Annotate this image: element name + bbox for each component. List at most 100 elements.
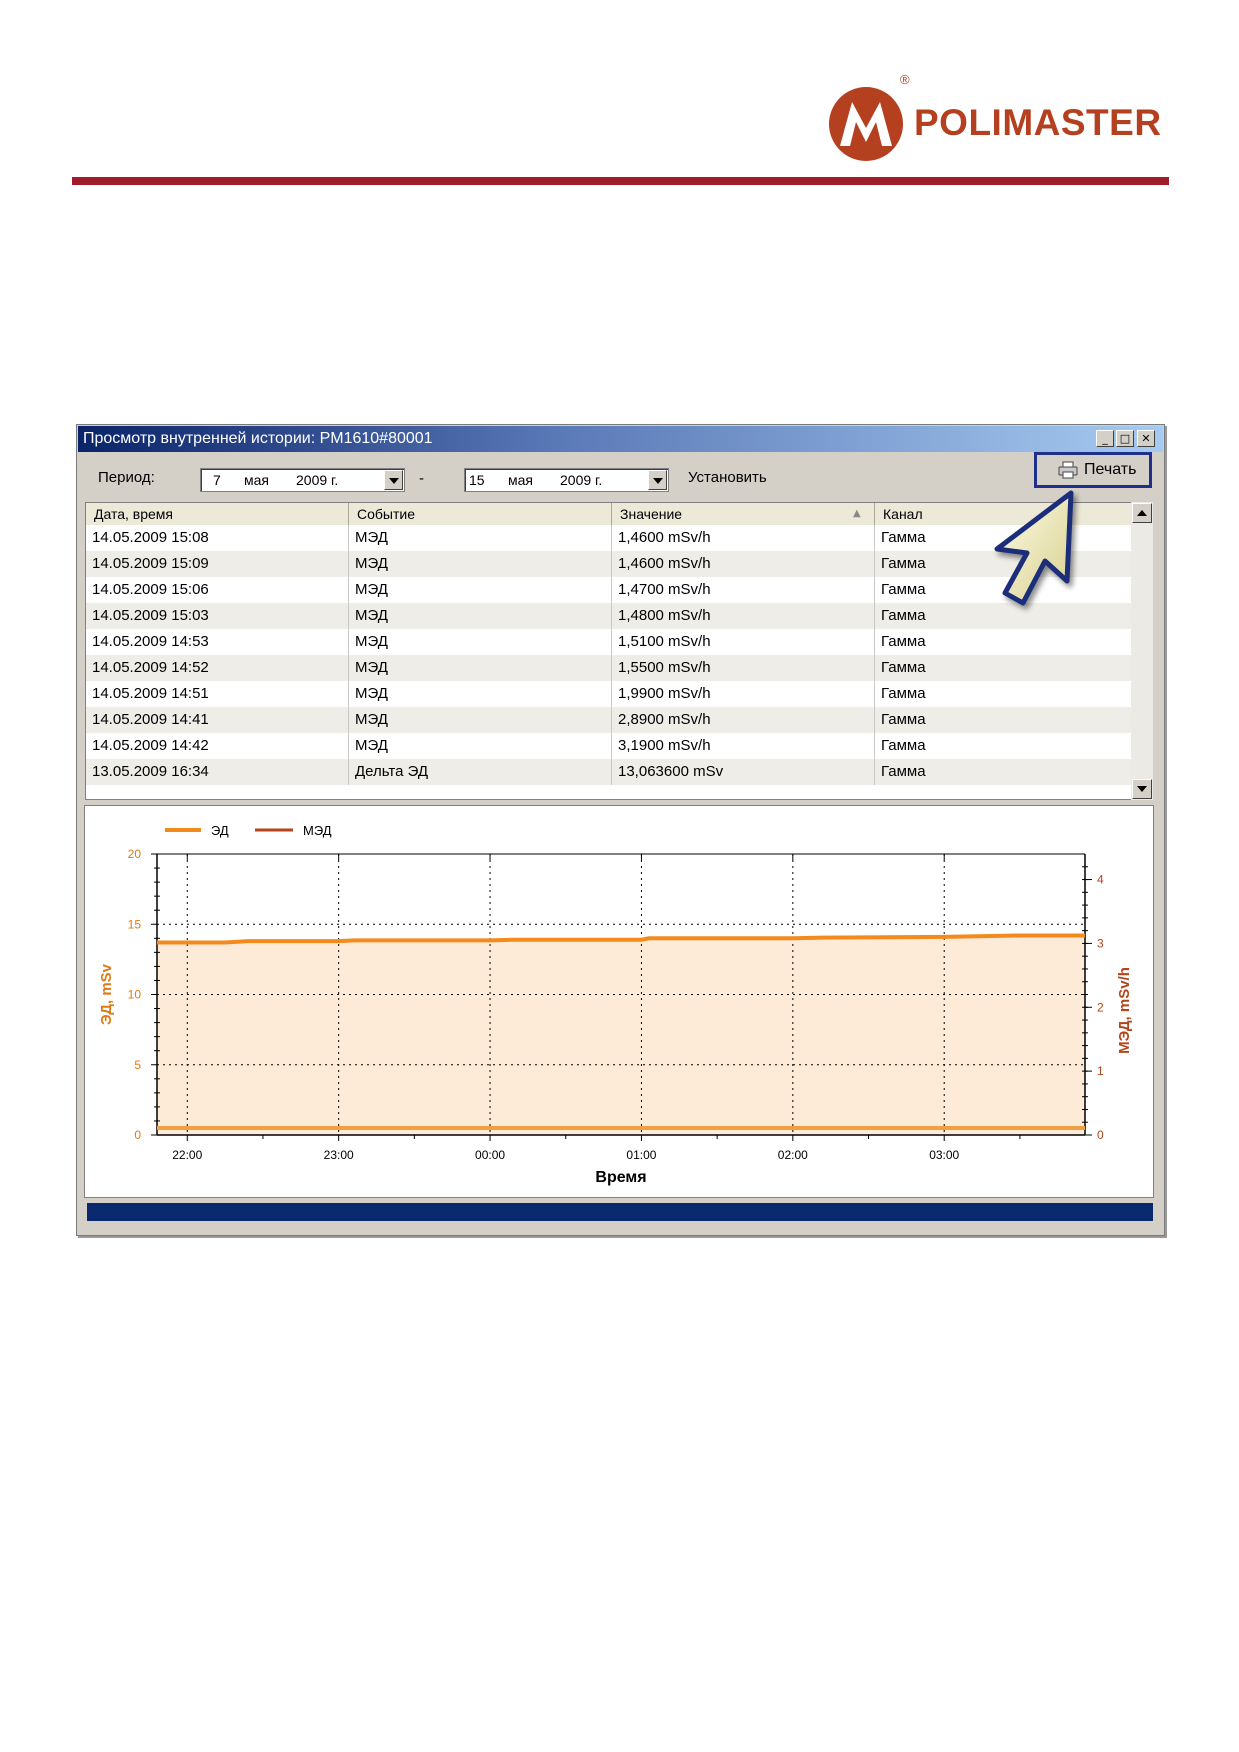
- date-to-month: мая: [508, 472, 533, 488]
- period-label: Период:: [98, 469, 155, 486]
- cell-value: 3,1900 mSv/h: [612, 733, 875, 759]
- polimaster-logo: ® POLIMASTER: [826, 72, 1161, 164]
- cell-datetime: 14.05.2009 14:53: [86, 629, 349, 655]
- cell-event: МЭД: [349, 525, 612, 551]
- date-to-picker[interactable]: 15 мая 2009 г.: [464, 468, 669, 492]
- cell-datetime: 14.05.2009 15:06: [86, 577, 349, 603]
- date-to-day: 15: [469, 472, 485, 488]
- history-table: Дата, время Событие Значение ▲ Канал 14.…: [85, 502, 1137, 800]
- date-from-day: 7: [213, 472, 221, 488]
- table-row[interactable]: 14.05.2009 15:06 МЭД 1,4700 mSv/h Гамма: [86, 577, 1136, 603]
- printer-icon: [1058, 461, 1078, 479]
- cell-datetime: 14.05.2009 15:03: [86, 603, 349, 629]
- set-button[interactable]: Установить: [688, 469, 767, 486]
- x-tick-label: 23:00: [324, 1148, 354, 1162]
- date-from-year: 2009 г.: [296, 472, 339, 488]
- chart-panel: 22:00 23:00 00:00 01:00 02:00 03:00 0 5 10 15 20 0 1…: [84, 805, 1154, 1198]
- table-row[interactable]: 14.05.2009 14:52 МЭД 1,5500 mSv/h Гамма: [86, 655, 1136, 681]
- cell-datetime: 14.05.2009 15:08: [86, 525, 349, 551]
- cell-datetime: 14.05.2009 14:42: [86, 733, 349, 759]
- cell-event: МЭД: [349, 603, 612, 629]
- cell-event: МЭД: [349, 629, 612, 655]
- header-rule: [72, 177, 1169, 185]
- cell-datetime: 14.05.2009 14:41: [86, 707, 349, 733]
- y-left-tick-label: 15: [128, 917, 142, 931]
- y-left-axis-title: ЭД, mSv: [98, 963, 115, 1025]
- cell-value: 1,4600 mSv/h: [612, 551, 875, 577]
- table-row[interactable]: 14.05.2009 15:03 МЭД 1,4800 mSv/h Гамма: [86, 603, 1136, 629]
- cell-value: 1,9900 mSv/h: [612, 681, 875, 707]
- y-left-tick-label: 10: [128, 988, 142, 1002]
- cell-value: 13,063600 mSv: [612, 759, 875, 785]
- cell-channel: Гамма: [881, 633, 926, 650]
- date-to-year: 2009 г.: [560, 472, 603, 488]
- status-bar: [86, 1202, 1154, 1222]
- y-left-tick-label: 20: [128, 847, 142, 861]
- print-button[interactable]: Печать: [1034, 452, 1152, 488]
- table-scrollbar[interactable]: [1131, 502, 1153, 800]
- x-tick-label: 02:00: [778, 1148, 808, 1162]
- cell-channel: Гамма: [881, 737, 926, 754]
- registered-mark: ®: [900, 72, 910, 87]
- column-header-datetime[interactable]: Дата, время: [86, 503, 349, 525]
- cell-event: МЭД: [349, 733, 612, 759]
- table-row[interactable]: 14.05.2009 15:08 МЭД 1,4600 mSv/h Гамма: [86, 525, 1136, 551]
- date-from-picker[interactable]: 7 мая 2009 г.: [200, 468, 405, 492]
- cell-datetime: 14.05.2009 15:09: [86, 551, 349, 577]
- cell-channel: Гамма: [881, 763, 926, 780]
- date-range-dash: -: [419, 470, 424, 487]
- table-row[interactable]: 14.05.2009 14:42 МЭД 3,1900 mSv/h Гамма: [86, 733, 1136, 759]
- chevron-down-icon[interactable]: [384, 470, 403, 490]
- x-tick-label: 22:00: [172, 1148, 202, 1162]
- cell-value: 1,5500 mSv/h: [612, 655, 875, 681]
- column-header-event[interactable]: Событие: [349, 503, 612, 525]
- x-axis-title: Время: [595, 1169, 646, 1186]
- ed-area-fill: [157, 935, 1085, 1135]
- cell-datetime: 13.05.2009 16:34: [86, 759, 349, 785]
- cell-event: МЭД: [349, 681, 612, 707]
- column-header-value[interactable]: Значение: [612, 503, 875, 525]
- x-tick-label: 03:00: [929, 1148, 959, 1162]
- maximize-button[interactable]: □: [1116, 430, 1134, 447]
- table-row[interactable]: 14.05.2009 14:53 МЭД 1,5100 mSv/h Гамма: [86, 629, 1136, 655]
- minimize-button[interactable]: _: [1096, 430, 1114, 447]
- table-row[interactable]: 14.05.2009 14:51 МЭД 1,9900 mSv/h Гамма: [86, 681, 1136, 707]
- cell-channel: Гамма: [881, 685, 926, 702]
- window-title: Просмотр внутренней истории: PM1610#8000…: [83, 430, 433, 447]
- y-right-axis-title: МЭД, mSv/h: [1116, 967, 1133, 1054]
- cell-value: 1,4800 mSv/h: [612, 603, 875, 629]
- cell-event: МЭД: [349, 655, 612, 681]
- cell-value: 2,8900 mSv/h: [612, 707, 875, 733]
- print-button-label: Печать: [1084, 461, 1137, 478]
- x-tick-label: 00:00: [475, 1148, 505, 1162]
- scroll-down-button[interactable]: [1132, 779, 1152, 799]
- y-right-tick-label: 2: [1097, 1000, 1104, 1014]
- brand-name: POLIMASTER: [914, 102, 1162, 143]
- x-tick-label: 01:00: [626, 1148, 656, 1162]
- y-right-tick-label: 1: [1097, 1064, 1104, 1078]
- table-row[interactable]: 14.05.2009 14:41 МЭД 2,8900 mSv/h Гамма: [86, 707, 1136, 733]
- polimaster-logo-mark: [829, 87, 903, 161]
- y-right-tick-label: 0: [1097, 1128, 1104, 1142]
- cell-value: 1,4600 mSv/h: [612, 525, 875, 551]
- y-right-tick-label: 3: [1097, 936, 1104, 950]
- legend-label-ed: ЭД: [211, 823, 229, 838]
- cell-event: МЭД: [349, 551, 612, 577]
- close-button[interactable]: ✕: [1137, 430, 1155, 447]
- cell-event: МЭД: [349, 577, 612, 603]
- cell-channel: Гамма: [881, 659, 926, 676]
- cell-datetime: 14.05.2009 14:51: [86, 681, 349, 707]
- cell-value: 1,4700 mSv/h: [612, 577, 875, 603]
- table-row[interactable]: 13.05.2009 16:34 Дельта ЭД 13,063600 mSv Га…: [86, 759, 1136, 785]
- title-bar[interactable]: Просмотр внутренней истории: PM1610#8000…: [78, 426, 1163, 452]
- date-from-month: мая: [244, 472, 269, 488]
- scroll-up-button[interactable]: [1132, 503, 1152, 523]
- history-chart: 22:00 23:00 00:00 01:00 02:00 03:00 0 5 10 15 20 0 1…: [98, 823, 1133, 1186]
- y-right-tick-label: 4: [1097, 873, 1104, 887]
- sort-ascending-icon: ▲: [853, 508, 861, 519]
- chevron-down-icon[interactable]: [648, 470, 667, 490]
- table-row[interactable]: 14.05.2009 15:09 МЭД 1,4600 mSv/h Гамма: [86, 551, 1136, 577]
- cell-datetime: 14.05.2009 14:52: [86, 655, 349, 681]
- y-left-tick-label: 5: [134, 1058, 141, 1072]
- cell-event: МЭД: [349, 707, 612, 733]
